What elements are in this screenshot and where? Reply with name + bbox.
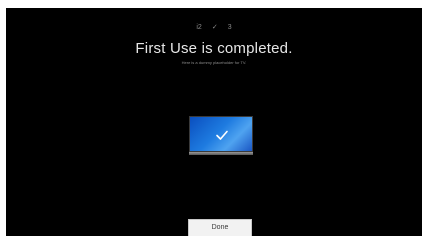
tv-display	[189, 116, 253, 152]
tv-illustration	[189, 116, 253, 156]
page-subtitle: Here is a dummy placeholder for TV.	[181, 60, 247, 65]
done-button[interactable]: Done	[188, 219, 252, 236]
step-3: 3	[227, 24, 232, 31]
step-1: i2	[196, 24, 202, 31]
page-title: First Use is completed.	[135, 40, 293, 57]
step-indicator: i2 ✓ 3	[6, 24, 422, 32]
tv-stand	[189, 152, 253, 155]
tv-screen-frame: i2 ✓ 3 First Use is completed. Here is a…	[6, 8, 422, 236]
check-icon	[216, 130, 228, 140]
step-2: ✓	[211, 24, 218, 31]
